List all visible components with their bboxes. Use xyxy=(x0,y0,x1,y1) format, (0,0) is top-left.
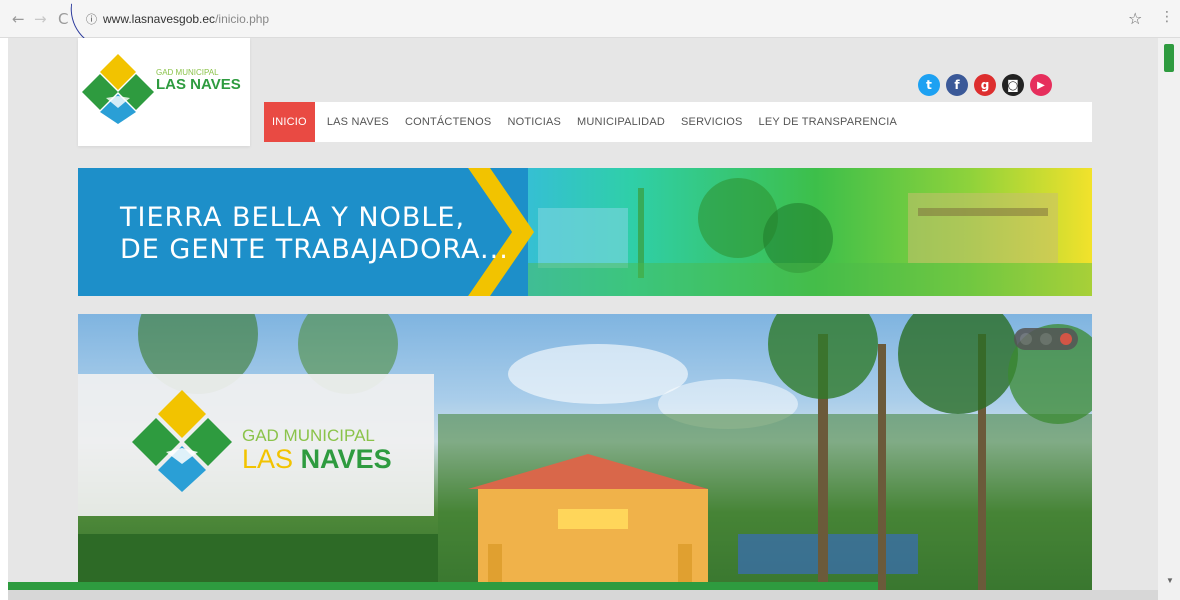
main-nav: INICIO LAS NAVES CONTÁCTENOS NOTICIAS MU… xyxy=(264,102,1092,142)
web-page: GAD MUNICIPAL LAS NAVES t f g ◙ ▶ INICIO… xyxy=(8,38,1158,598)
three-dots-icon[interactable]: ⋮ xyxy=(1160,9,1174,25)
header-logo[interactable]: GAD MUNICIPAL LAS NAVES xyxy=(78,38,250,146)
vertical-scrollbar[interactable] xyxy=(1158,38,1180,600)
page-bottom-bar xyxy=(8,582,878,590)
chevron-icon xyxy=(468,168,534,296)
social-links: t f g ◙ ▶ xyxy=(918,74,1052,96)
facebook-icon[interactable]: f xyxy=(946,74,968,96)
scroll-down-arrow-icon[interactable]: ▼ xyxy=(1166,576,1174,585)
nav-item-inicio[interactable]: INICIO xyxy=(264,102,315,142)
logo-text-bottom: LAS NAVES xyxy=(156,76,241,93)
banner-photo xyxy=(478,168,1092,296)
slogan-banner: TIERRA BELLA Y NOBLE, DE GENTE TRABAJADO… xyxy=(78,168,1092,296)
hero-logo-panel: GAD MUNICIPAL LAS NAVES xyxy=(78,374,434,516)
slider-dot-2[interactable] xyxy=(1040,333,1052,345)
banner-scenery xyxy=(478,178,1092,296)
reload-icon[interactable]: C xyxy=(58,10,68,28)
slider-dot-1[interactable] xyxy=(1020,333,1032,345)
nav-item-municipalidad[interactable]: MUNICIPALIDAD xyxy=(569,102,673,142)
nav-item-contactenos[interactable]: CONTÁCTENOS xyxy=(397,102,500,142)
scrollbar-thumb[interactable] xyxy=(1164,44,1174,72)
nav-item-noticias[interactable]: NOTICIAS xyxy=(499,102,569,142)
address-bar[interactable]: ⓘ www.lasnavesgob.ec/inicio.php xyxy=(80,8,1130,30)
hero-slider[interactable]: GAD MUNICIPAL LAS NAVES xyxy=(78,314,1092,598)
hero-logo-text-bottom: LAS NAVES xyxy=(242,444,392,475)
hero-logo-text-top: GAD MUNICIPAL xyxy=(242,426,375,445)
nav-item-servicios[interactable]: SERVICIOS xyxy=(673,102,751,142)
youtube-icon[interactable]: ▶ xyxy=(1030,74,1052,96)
google-plus-icon[interactable]: g xyxy=(974,74,996,96)
back-arrow-icon[interactable]: ← xyxy=(12,10,25,28)
slider-dot-3[interactable] xyxy=(1060,333,1072,345)
star-icon[interactable]: ☆ xyxy=(1128,9,1142,28)
diamond-logo-icon xyxy=(132,390,232,492)
banner-line-1: TIERRA BELLA Y NOBLE, xyxy=(120,202,466,233)
instagram-icon[interactable]: ◙ xyxy=(1002,74,1024,96)
forward-arrow-icon[interactable]: → xyxy=(34,10,47,28)
horizontal-scrollbar[interactable] xyxy=(8,590,1158,600)
banner-line-2: DE GENTE TRABAJADORA... xyxy=(120,234,509,265)
slider-pagination[interactable] xyxy=(1014,328,1078,350)
nav-item-las-naves[interactable]: LAS NAVES xyxy=(319,102,397,142)
hero-logo-text-naves: NAVES xyxy=(300,444,392,474)
nav-item-ley-de-transparencia[interactable]: LEY DE TRANSPARENCIA xyxy=(751,102,906,142)
url-path: /inicio.php xyxy=(215,12,270,26)
hero-logo-text-las: LAS xyxy=(242,444,294,474)
browser-toolbar: ← → C ⓘ www.lasnavesgob.ec/inicio.php ☆ … xyxy=(0,0,1180,53)
twitter-icon[interactable]: t xyxy=(918,74,940,96)
